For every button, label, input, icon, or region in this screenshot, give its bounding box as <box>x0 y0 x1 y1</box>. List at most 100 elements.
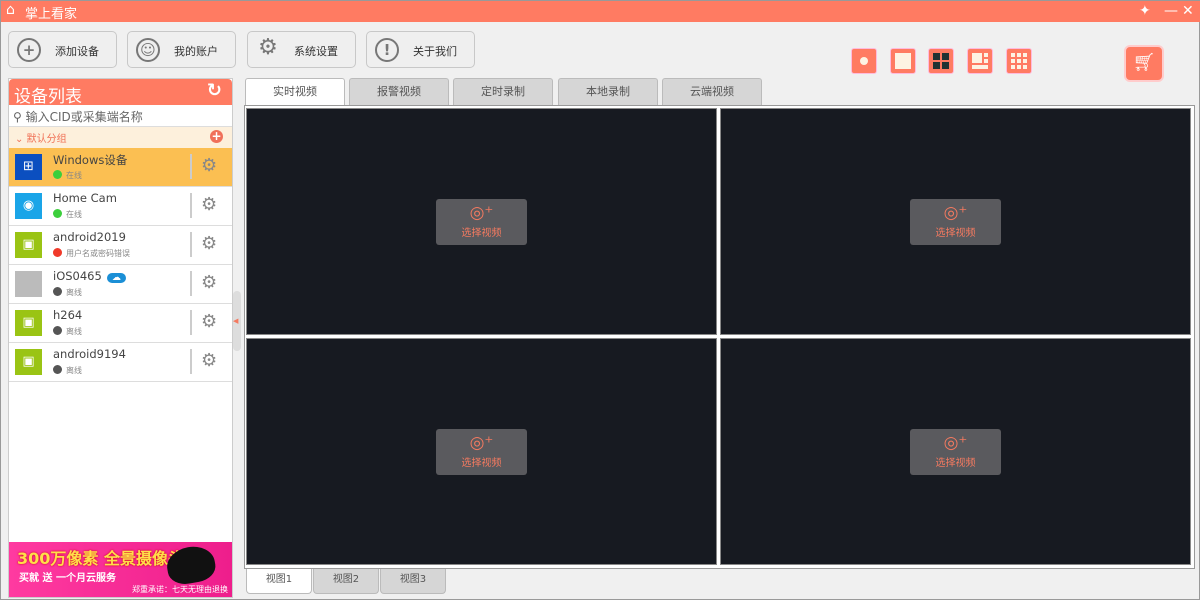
device-name-text: Home Cam <box>53 191 117 205</box>
single-layout-button[interactable] <box>890 48 916 74</box>
tab-scheduled-recording[interactable]: 定时录制 <box>453 78 553 105</box>
select-video-button[interactable]: ◎⁺ 选择视频 <box>436 199 527 245</box>
add-device-label: 添加设备 <box>55 45 99 58</box>
chevron-down-icon: ⌄ <box>15 134 24 145</box>
shop-cart-button[interactable]: 🛒︎ <box>1124 45 1164 82</box>
device-name-text: android9194 <box>53 347 126 361</box>
select-video-button[interactable]: ◎⁺ 选择视频 <box>910 199 1001 245</box>
select-video-label: 选择视频 <box>461 458 502 469</box>
device-status-text: 用户名或密码错误 <box>66 249 130 258</box>
status-dot-icon <box>53 326 62 335</box>
device-status-text: 离线 <box>66 366 82 375</box>
about-us-button[interactable]: ! 关于我们 <box>366 31 475 68</box>
tab-local-recording[interactable]: 本地录制 <box>558 78 658 105</box>
video-grid: ◎⁺ 选择视频 ◎⁺ 选择视频 ◎⁺ 选择视频 ◎⁺ 选择视频 <box>244 105 1195 569</box>
device-name-text: h264 <box>53 308 83 322</box>
device-type-icon: ▣ <box>15 310 42 336</box>
device-list-title: 设备列表 <box>14 87 82 107</box>
system-settings-label: 系统设置 <box>294 45 338 58</box>
device-settings-gear-icon[interactable]: ⚙ <box>201 194 217 215</box>
my-account-button[interactable]: ☺ 我的账户 <box>127 31 236 68</box>
minimize-button[interactable]: — <box>1164 3 1178 19</box>
pin-icon[interactable]: ✦ <box>1139 3 1151 19</box>
ad-promise: 郑重承诺：七天无理由退换 <box>132 585 228 594</box>
video-cell[interactable]: ◎⁺ 选择视频 <box>246 338 717 565</box>
video-cell[interactable]: ◎⁺ 选择视频 <box>246 108 717 335</box>
add-device-button[interactable]: + 添加设备 <box>8 31 117 68</box>
tab-cloud-video[interactable]: 云端视频 <box>662 78 762 105</box>
divider <box>190 310 192 335</box>
status-dot-icon <box>53 287 62 296</box>
ad-headline: 300万像素 全景摄像头 <box>17 549 184 568</box>
ad-banner[interactable]: 300万像素 全景摄像头 买就 送 一个月云服务 郑重承诺：七天无理由退换 <box>9 542 232 597</box>
video-cell[interactable]: ◎⁺ 选择视频 <box>720 338 1191 565</box>
device-name: Windows设备 <box>53 152 127 168</box>
video-cell[interactable]: ◎⁺ 选择视频 <box>720 108 1191 335</box>
device-item[interactable]: ⊞ Windows设备 在线 ⚙ <box>9 148 232 187</box>
device-item[interactable]: ▣ h264 离线 ⚙ <box>9 304 232 343</box>
cloud-badge-icon: ☁ <box>106 273 126 283</box>
nine-layout-button[interactable] <box>1006 48 1032 74</box>
plus-circle-icon: + <box>17 38 41 62</box>
camera-add-icon: ◎⁺ <box>943 203 968 223</box>
cart-icon: 🛒︎ <box>1132 52 1156 73</box>
select-video-label: 选择视频 <box>935 228 976 239</box>
device-name: h264 <box>53 308 82 322</box>
device-status-text: 在线 <box>66 171 82 180</box>
divider <box>190 349 192 374</box>
device-name: android2019 <box>53 230 126 244</box>
device-name-text: android2019 <box>53 230 126 244</box>
status-dot-icon <box>53 365 62 374</box>
refresh-icon[interactable]: ↻ <box>207 80 222 101</box>
six-layout-button[interactable] <box>967 48 993 74</box>
device-name-text: iOS0465 <box>53 269 102 283</box>
select-video-button[interactable]: ◎⁺ 选择视频 <box>436 429 527 475</box>
device-list-header: 设备列表 ↻ <box>9 79 232 107</box>
device-type-icon: ▣ <box>15 349 42 375</box>
select-video-label: 选择视频 <box>461 228 502 239</box>
device-status: 用户名或密码错误 <box>53 248 130 259</box>
device-settings-gear-icon[interactable]: ⚙ <box>201 233 217 254</box>
close-button[interactable]: ✕ <box>1182 3 1194 19</box>
fullscreen-layout-button[interactable] <box>851 48 877 74</box>
device-search-input[interactable]: ⚲ 输入CID或采集端名称 <box>9 105 232 127</box>
select-video-button[interactable]: ◎⁺ 选择视频 <box>910 429 1001 475</box>
view-tab-3[interactable]: 视图3 <box>380 569 446 594</box>
tab-alarm-video[interactable]: 报警视频 <box>349 78 449 105</box>
camera-add-icon: ◎⁺ <box>943 433 968 453</box>
search-icon: ⚲ <box>13 110 22 124</box>
device-list-panel: 设备列表 ↻ ⚲ 输入CID或采集端名称 ⌄ 默认分组 + ⊞ Windows设备 … <box>8 78 233 598</box>
device-settings-gear-icon[interactable]: ⚙ <box>201 350 217 371</box>
view-tab-1[interactable]: 视图1 <box>246 569 312 594</box>
system-settings-button[interactable]: ⚙ 系统设置 <box>247 31 356 68</box>
camera-add-icon: ◎⁺ <box>469 433 494 453</box>
device-status-text: 在线 <box>66 210 82 219</box>
add-group-device-icon[interactable]: + <box>210 130 223 143</box>
device-name: iOS0465 ☁ <box>53 269 126 283</box>
quad-layout-button[interactable] <box>928 48 954 74</box>
group-default[interactable]: ⌄ 默认分组 + <box>9 127 232 148</box>
gear-icon: ⚙ <box>258 35 278 60</box>
device-status: 离线 <box>53 326 82 337</box>
device-item[interactable]: ◉ Home Cam 在线 ⚙ <box>9 187 232 226</box>
device-item[interactable]: iOS0465 ☁ 离线 ⚙ <box>9 265 232 304</box>
device-settings-gear-icon[interactable]: ⚙ <box>201 272 217 293</box>
device-item[interactable]: ▣ android2019 用户名或密码错误 ⚙ <box>9 226 232 265</box>
user-icon: ☺ <box>136 38 160 62</box>
device-status: 在线 <box>53 209 82 220</box>
view-tab-2[interactable]: 视图2 <box>313 569 379 594</box>
status-dot-icon <box>53 170 62 179</box>
divider <box>190 271 192 296</box>
home-logo-icon: ⌂ <box>6 2 15 18</box>
device-status: 离线 <box>53 365 82 376</box>
status-dot-icon <box>53 248 62 257</box>
tab-live-video[interactable]: 实时视频 <box>245 78 345 106</box>
device-item[interactable]: ▣ android9194 离线 ⚙ <box>9 343 232 382</box>
divider <box>190 193 192 218</box>
device-settings-gear-icon[interactable]: ⚙ <box>201 155 217 176</box>
collapse-sidebar-handle[interactable]: ◀ <box>233 291 241 351</box>
device-name-text: Windows设备 <box>53 153 128 167</box>
select-video-label: 选择视频 <box>935 458 976 469</box>
app-title: 掌上看家 <box>25 7 78 22</box>
device-settings-gear-icon[interactable]: ⚙ <box>201 311 217 332</box>
